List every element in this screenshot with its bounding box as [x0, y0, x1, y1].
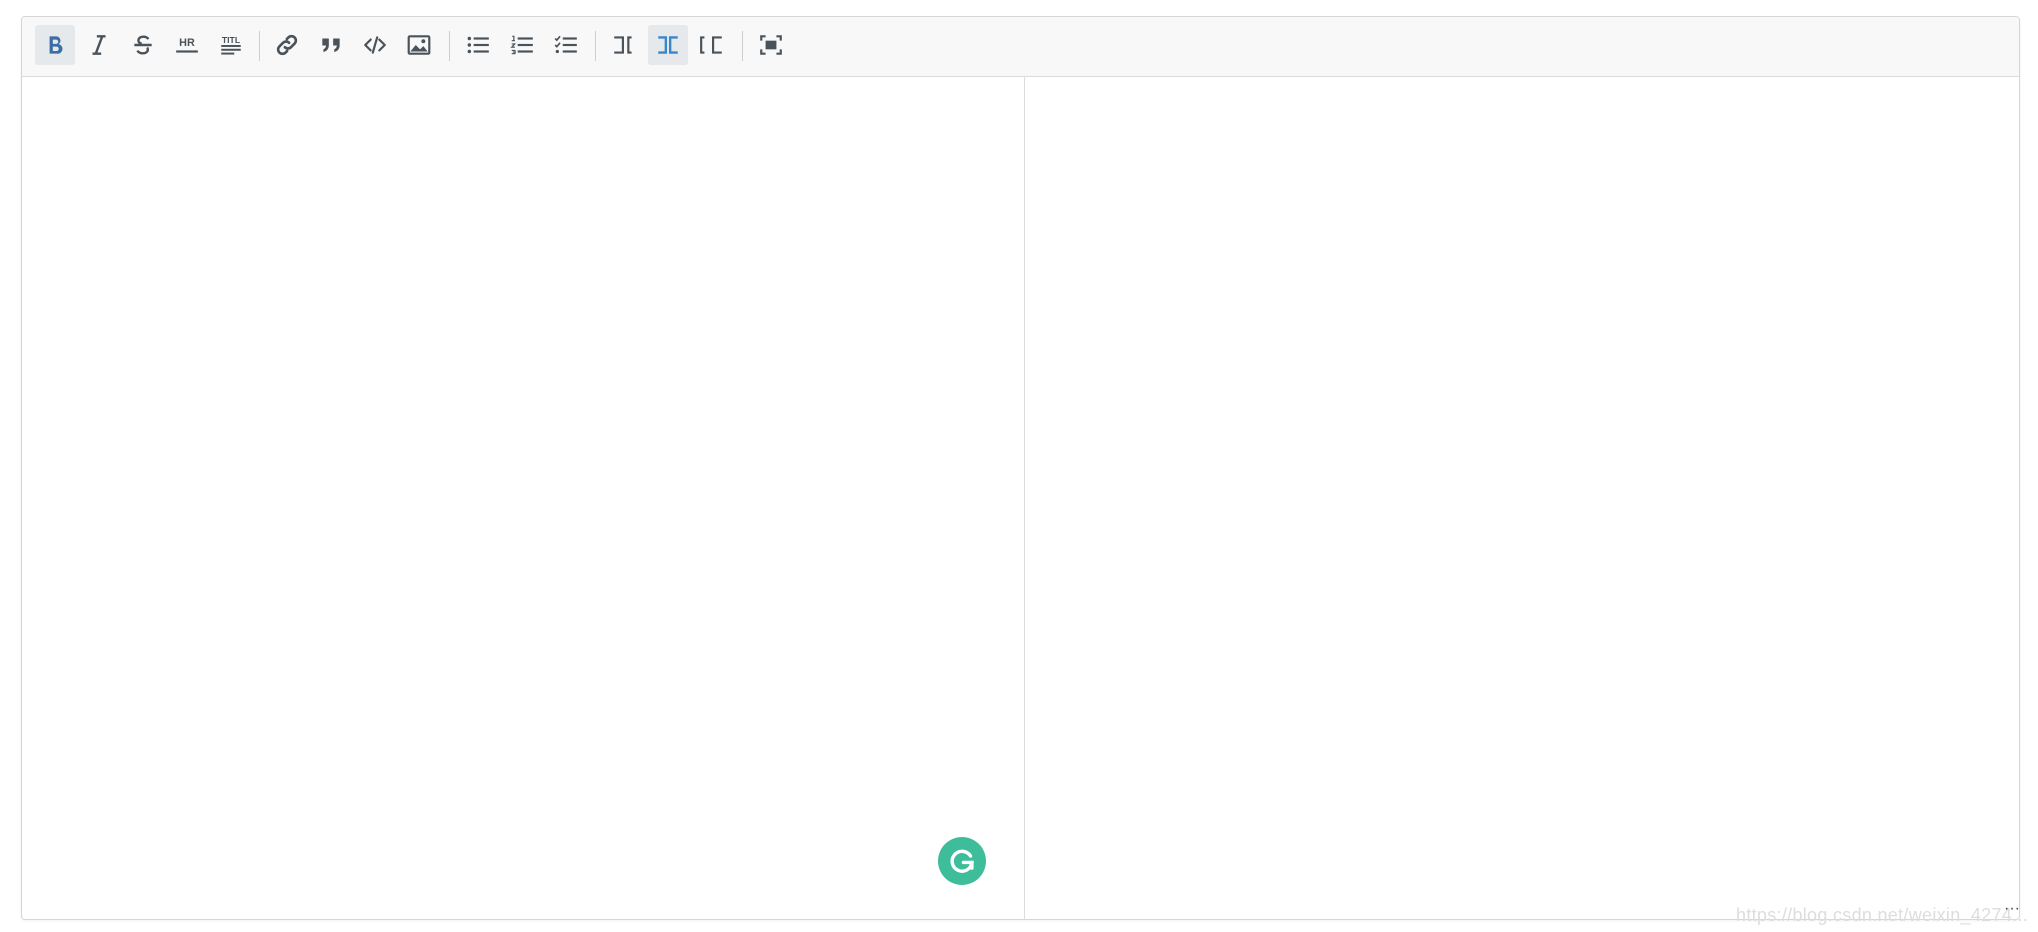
italic-icon [92, 35, 106, 55]
fullscreen-button[interactable] [751, 25, 791, 65]
bold-icon [49, 36, 63, 54]
svg-text:HR: HR [179, 37, 195, 49]
toolbar-separator [259, 31, 260, 61]
heading-button[interactable]: TITL [211, 25, 251, 65]
strikethrough-button[interactable] [123, 25, 163, 65]
quote-button[interactable] [311, 25, 351, 65]
ordered-list-icon [510, 35, 533, 55]
ordered-list-button[interactable] [502, 25, 542, 65]
task-list-button[interactable] [546, 25, 586, 65]
image-button[interactable] [399, 25, 439, 65]
preview-only-icon [700, 36, 722, 54]
bold-button[interactable] [35, 25, 75, 65]
image-icon [407, 35, 431, 55]
link-icon [276, 34, 298, 56]
toolbar-separator [449, 31, 450, 61]
svg-text:TITL: TITL [222, 35, 241, 45]
editor-only-icon [614, 36, 632, 54]
split-view-button[interactable] [648, 25, 688, 65]
fullscreen-icon [760, 35, 782, 55]
heading-icon: TITL [221, 35, 241, 55]
toolbar-separator [595, 31, 596, 61]
code-button[interactable] [355, 25, 395, 65]
preview-only-button[interactable] [692, 25, 732, 65]
watermark-text: https://blog.csdn.net/weixin_4274... [1736, 905, 2028, 925]
editor-only-button[interactable] [604, 25, 644, 65]
split-view-icon [658, 36, 678, 54]
code-icon [364, 36, 386, 54]
task-list-icon [554, 35, 577, 54]
horizontal-rule-button[interactable]: HR [167, 25, 207, 65]
quote-icon [322, 38, 340, 53]
editor-pane[interactable] [22, 77, 1024, 919]
grammarly-button[interactable] [938, 837, 986, 885]
preview-pane [1025, 77, 2019, 919]
markdown-editor: HR TITL [21, 16, 2020, 920]
strikethrough-icon [134, 35, 152, 55]
horizontal-rule-icon: HR [176, 37, 198, 53]
italic-button[interactable] [79, 25, 119, 65]
resize-handle-icon[interactable]: ··· [2004, 901, 2020, 917]
unordered-list-icon [467, 36, 489, 54]
link-button[interactable] [267, 25, 307, 65]
toolbar-separator [742, 31, 743, 61]
grammarly-icon [950, 849, 974, 873]
unordered-list-button[interactable] [458, 25, 498, 65]
editor-toolbar: HR TITL [22, 17, 2019, 77]
